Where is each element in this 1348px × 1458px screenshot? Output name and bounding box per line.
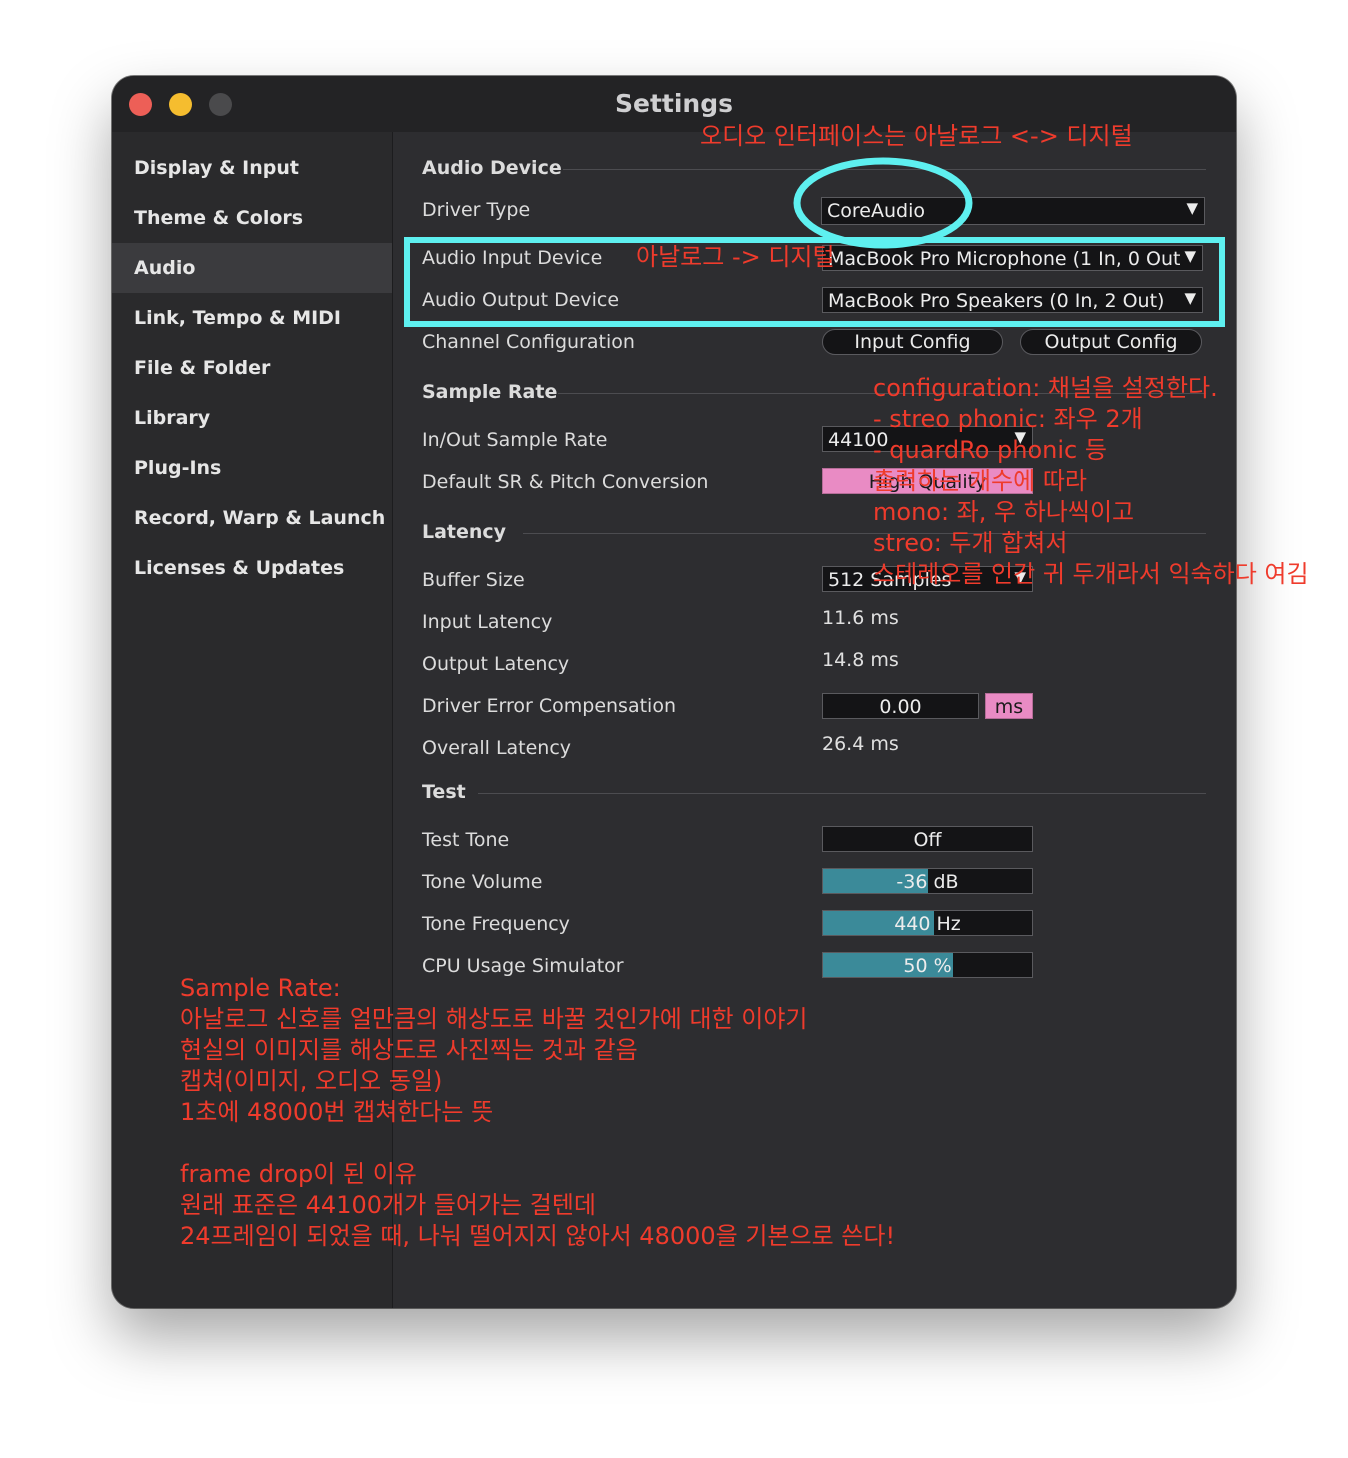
output-latency-value: 14.8 ms bbox=[822, 649, 899, 671]
sidebar-item-record-warp-launch[interactable]: Record, Warp & Launch bbox=[112, 493, 392, 543]
test-section-title: Test bbox=[422, 781, 466, 803]
driver-type-dropdown[interactable]: CoreAudio ▼ bbox=[821, 197, 1205, 225]
overall-latency-value: 26.4 ms bbox=[822, 733, 899, 755]
test-tone-toggle[interactable]: Off bbox=[822, 826, 1033, 852]
output-config-button[interactable]: Output Config bbox=[1020, 329, 1202, 355]
driver-type-label: Driver Type bbox=[422, 199, 531, 221]
input-config-button[interactable]: Input Config bbox=[822, 329, 1003, 355]
annotation-line: 스테레오를 인간 귀 두개라서 익숙하다 여김 bbox=[873, 560, 1309, 588]
buffer-size-label: Buffer Size bbox=[422, 569, 525, 591]
tone-frequency-label: Tone Frequency bbox=[422, 913, 570, 935]
inout-sample-rate-label: In/Out Sample Rate bbox=[422, 429, 608, 451]
annotation-line: configuration: 채널을 설정한다. bbox=[873, 374, 1218, 402]
audio-input-device-label: Audio Input Device bbox=[422, 247, 603, 269]
sidebar-item-plug-ins[interactable]: Plug-Ins bbox=[112, 443, 392, 493]
annotation-config-note: configuration: 채널을 설정한다. - streo phonic:… bbox=[873, 373, 1309, 590]
window-title: Settings bbox=[614, 89, 733, 118]
input-latency-label: Input Latency bbox=[422, 611, 553, 633]
sample-rate-section-title: Sample Rate bbox=[422, 381, 558, 403]
tone-volume-label: Tone Volume bbox=[422, 871, 543, 893]
chevron-down-icon: ▼ bbox=[1184, 289, 1196, 307]
section-divider bbox=[478, 793, 1206, 794]
tone-volume-slider[interactable]: -36 dB bbox=[822, 868, 1033, 894]
input-latency-value: 11.6 ms bbox=[822, 607, 899, 629]
tone-volume-value: -36 dB bbox=[896, 871, 959, 893]
driver-error-compensation-field[interactable]: 0.00 bbox=[822, 693, 979, 719]
audio-device-section-title: Audio Device bbox=[422, 157, 562, 179]
annotation-line: 아날로그 신호를 얼만큼의 해상도로 바꿀 것인가에 대한 이야기 bbox=[180, 1005, 808, 1033]
sidebar-item-file-folder[interactable]: File & Folder bbox=[112, 343, 392, 393]
test-tone-value: Off bbox=[913, 829, 942, 851]
audio-input-device-dropdown[interactable]: MacBook Pro Microphone (1 In, 0 Out ▼ bbox=[822, 245, 1203, 271]
latency-section-title: Latency bbox=[422, 521, 507, 543]
tone-frequency-value: 440 Hz bbox=[894, 913, 961, 935]
sidebar-item-library[interactable]: Library bbox=[112, 393, 392, 443]
overall-latency-label: Overall Latency bbox=[422, 737, 572, 759]
annotation-line: 원래 표준은 44100개가 들어가는 걸텐데 bbox=[180, 1191, 596, 1219]
annotation-input: 아날로그 -> 디지털 bbox=[636, 243, 835, 271]
audio-output-device-value: MacBook Pro Speakers (0 In, 2 Out) bbox=[828, 290, 1165, 312]
annotation-line: 현실의 이미지를 해상도로 사진찍는 것과 같음 bbox=[180, 1036, 638, 1064]
annotation-line: - quardRo phonic 등 bbox=[873, 436, 1107, 464]
audio-input-device-value: MacBook Pro Microphone (1 In, 0 Out bbox=[828, 248, 1181, 270]
chevron-down-icon: ▼ bbox=[1186, 199, 1198, 217]
annotation-line: streo: 두개 합쳐서 bbox=[873, 529, 1068, 557]
annotation-sample-rate-note: Sample Rate: 아날로그 신호를 얼만큼의 해상도로 바꿀 것인가에 … bbox=[180, 973, 895, 1252]
annotation-line: 캡쳐(이미지, 오디오 동일) bbox=[180, 1067, 443, 1095]
annotation-line: 출력하는 개수에 따라 bbox=[873, 467, 1087, 495]
tone-frequency-slider[interactable]: 440 Hz bbox=[822, 910, 1033, 936]
annotation-line: Sample Rate: bbox=[180, 974, 341, 1002]
latency-unit-toggle[interactable]: ms bbox=[985, 693, 1033, 719]
driver-type-value: CoreAudio bbox=[827, 200, 925, 222]
annotation-line: 1초에 48000번 캡쳐한다는 뜻 bbox=[180, 1098, 494, 1126]
latency-unit-value: ms bbox=[994, 696, 1024, 718]
annotation-line: 24프레임이 되었을 때, 나눠 떨어지지 않아서 48000을 기본으로 쓴다… bbox=[180, 1222, 896, 1250]
driver-error-compensation-value: 0.00 bbox=[879, 696, 922, 718]
annotation-top: 오디오 인터페이스는 아날로그 <-> 디지털 bbox=[700, 122, 1133, 150]
chevron-down-icon: ▼ bbox=[1184, 247, 1196, 265]
annotation-spacer bbox=[180, 1128, 895, 1159]
audio-output-device-dropdown[interactable]: MacBook Pro Speakers (0 In, 2 Out) ▼ bbox=[822, 287, 1203, 313]
test-tone-label: Test Tone bbox=[422, 829, 510, 851]
annotation-line: frame drop이 된 이유 bbox=[180, 1160, 417, 1188]
output-latency-label: Output Latency bbox=[422, 653, 570, 675]
sidebar-item-link-tempo-midi[interactable]: Link, Tempo & MIDI bbox=[112, 293, 392, 343]
annotation-line: mono: 좌, 우 하나씩이고 bbox=[873, 498, 1135, 526]
channel-configuration-label: Channel Configuration bbox=[422, 331, 635, 353]
sidebar-item-audio[interactable]: Audio bbox=[112, 243, 392, 293]
section-divider bbox=[563, 169, 1206, 170]
audio-output-device-label: Audio Output Device bbox=[422, 289, 620, 311]
default-sr-pitch-conversion-label: Default SR & Pitch Conversion bbox=[422, 471, 709, 493]
sidebar-item-theme-colors[interactable]: Theme & Colors bbox=[112, 193, 392, 243]
sidebar-item-display-input[interactable]: Display & Input bbox=[112, 143, 392, 193]
driver-error-compensation-label: Driver Error Compensation bbox=[422, 695, 676, 717]
sidebar-item-licenses-updates[interactable]: Licenses & Updates bbox=[112, 543, 392, 593]
annotation-line: - streo phonic: 좌우 2개 bbox=[873, 405, 1143, 433]
